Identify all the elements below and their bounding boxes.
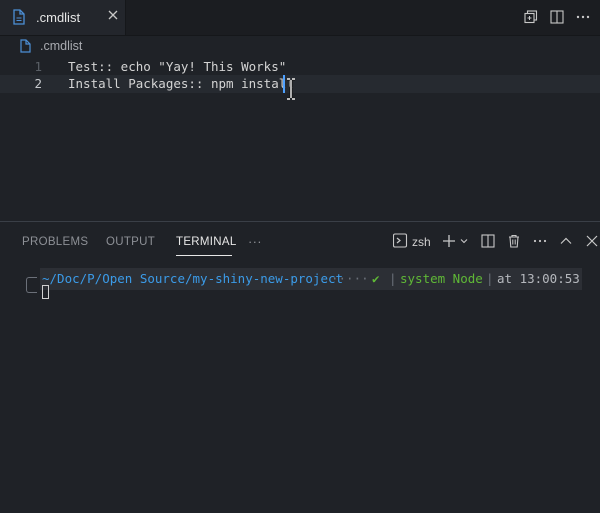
- file-icon: [20, 39, 31, 53]
- line-number: 1: [34, 59, 42, 74]
- node-version-label: system Node: [400, 271, 483, 286]
- prompt-path: ~/Doc/P/Open Source/my-shiny-new-project: [42, 271, 344, 286]
- close-icon[interactable]: [107, 9, 119, 21]
- panel-overflow-menu[interactable]: ···: [248, 234, 262, 249]
- terminal-prompt[interactable]: ~/Doc/P/Open Source/my-shiny-new-project…: [0, 268, 600, 290]
- shell-name[interactable]: zsh: [412, 235, 431, 249]
- line-text: Test:: echo "Yay! This Works": [68, 59, 287, 74]
- chevron-up-icon[interactable]: [559, 233, 573, 249]
- editor-actions: [510, 0, 600, 35]
- more-actions-icon[interactable]: [576, 10, 590, 24]
- close-panel-icon[interactable]: [585, 233, 599, 249]
- prompt-separator: |: [486, 271, 494, 286]
- tab-terminal[interactable]: TERMINAL: [176, 236, 237, 248]
- open-changes-icon[interactable]: [524, 10, 538, 24]
- line-text: Install Packages:: npm install: [68, 76, 294, 91]
- tab-output[interactable]: OUTPUT: [106, 236, 155, 248]
- file-icon: [13, 9, 25, 25]
- more-actions-icon[interactable]: [533, 233, 547, 249]
- active-tab-indicator: [176, 255, 232, 256]
- code-line-current[interactable]: 2 Install Packages:: npm install: [0, 75, 600, 93]
- breadcrumb[interactable]: .cmdlist: [0, 36, 600, 58]
- status-check: ✔: [372, 271, 380, 286]
- prompt-time: at 13:00:53: [497, 271, 580, 286]
- bottom-panel: PROBLEMS OUTPUT TERMINAL ··· zsh ~/Doc/P…: [0, 221, 600, 513]
- terminal-cursor: [42, 285, 49, 299]
- code-line[interactable]: 1 Test:: echo "Yay! This Works": [0, 58, 600, 76]
- breadcrumb-filename: .cmdlist: [40, 39, 83, 53]
- code-editor[interactable]: 1 Test:: echo "Yay! This Works" 2 Instal…: [0, 56, 600, 220]
- trash-icon[interactable]: [507, 233, 521, 249]
- terminal-shell-icon: [393, 233, 408, 248]
- ibeam-cursor-icon: [287, 78, 295, 100]
- new-terminal-icon[interactable]: [442, 233, 456, 249]
- prompt-dots: ·····: [331, 271, 369, 286]
- split-editor-icon[interactable]: [550, 10, 564, 24]
- line-number: 2: [34, 76, 42, 91]
- prompt-separator: |: [389, 271, 397, 286]
- tab-label: .cmdlist: [36, 10, 81, 25]
- split-terminal-icon[interactable]: [481, 233, 495, 249]
- editor-tab-bar: .cmdlist: [0, 0, 600, 36]
- tab-problems[interactable]: PROBLEMS: [22, 236, 88, 248]
- editor-tab-cmdlist[interactable]: .cmdlist: [0, 0, 126, 35]
- chevron-down-icon[interactable]: [459, 233, 469, 249]
